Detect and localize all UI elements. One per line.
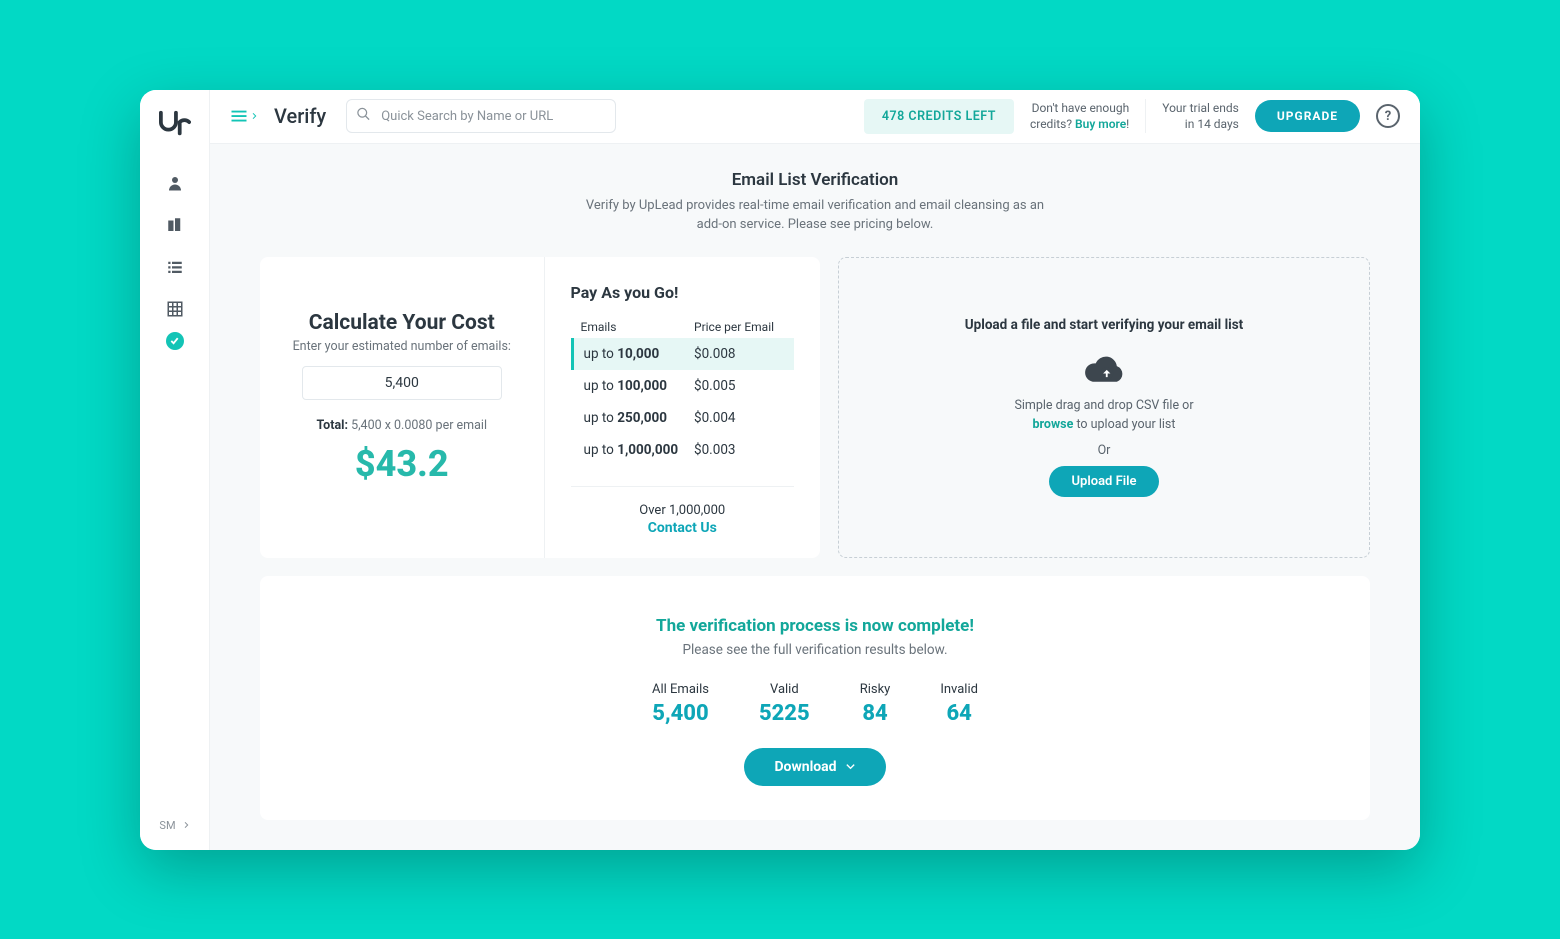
pricing-over-label: Over 1,000,000 — [571, 503, 795, 518]
results-subtitle: Please see the full verification results… — [290, 642, 1340, 658]
calculator-price: $43.2 — [290, 443, 514, 485]
upload-instructions: Simple drag and drop CSV file or browse … — [1014, 397, 1193, 435]
buy-more-link[interactable]: Buy more — [1075, 117, 1126, 131]
search-icon — [356, 107, 371, 126]
nav-data-icon[interactable] — [156, 290, 194, 328]
nav-verify-icon[interactable] — [166, 332, 184, 350]
credits-badge: 478 CREDITS LEFT — [864, 99, 1014, 134]
logo — [159, 108, 191, 140]
cloud-upload-icon — [1082, 351, 1126, 389]
user-initials: SM — [159, 819, 175, 832]
pricing-tier-row[interactable]: up to 1,000,000$0.003 — [571, 434, 795, 466]
divider — [1145, 99, 1146, 133]
upload-title: Upload a file and start verifying your e… — [965, 317, 1244, 333]
pricing-title: Pay As you Go! — [571, 283, 795, 302]
stat-item: Risky84 — [860, 682, 891, 726]
chevron-right-icon — [250, 109, 258, 123]
search-input[interactable] — [346, 99, 616, 133]
chevron-down-icon — [845, 761, 856, 772]
chevron-right-icon — [182, 819, 190, 831]
stat-item: Valid5225 — [759, 682, 810, 726]
search-wrapper — [346, 99, 616, 133]
content-scroll: Email List Verification Verify by UpLead… — [210, 144, 1420, 850]
upload-card[interactable]: Upload a file and start verifying your e… — [838, 257, 1370, 558]
trial-message: Your trial ends in 14 days — [1162, 100, 1239, 132]
hamburger-icon — [230, 109, 248, 123]
upload-file-button[interactable]: Upload File — [1049, 466, 1158, 497]
left-sidebar: SM — [140, 90, 210, 850]
calculator-title: Calculate Your Cost — [290, 311, 514, 335]
pricing-tier-row[interactable]: up to 100,000$0.005 — [571, 370, 795, 402]
browse-link[interactable]: browse — [1033, 417, 1074, 432]
upgrade-button[interactable]: UPGRADE — [1255, 100, 1360, 132]
results-card: The verification process is now complete… — [260, 576, 1370, 820]
hero-subtitle: Verify by UpLead provides real-time emai… — [585, 196, 1045, 235]
stat-item: All Emails5,400 — [652, 682, 709, 726]
results-title: The verification process is now complete… — [290, 616, 1340, 636]
hero: Email List Verification Verify by UpLead… — [260, 170, 1370, 235]
calculator-subtitle: Enter your estimated number of emails: — [290, 339, 514, 354]
credits-message: Don't have enough credits? Buy more! — [1030, 100, 1129, 132]
stat-item: Invalid64 — [940, 682, 978, 726]
upload-or: Or — [1098, 443, 1111, 458]
download-button[interactable]: Download — [744, 748, 885, 786]
results-stats: All Emails5,400 Valid5225 Risky84 Invalid64 — [290, 682, 1340, 726]
pricing-footer: Over 1,000,000 Contact Us — [571, 486, 795, 536]
calculator-panel: Calculate Your Cost Enter your estimated… — [260, 257, 545, 558]
help-icon[interactable]: ? — [1376, 104, 1400, 128]
pricing-table-panel: Pay As you Go! Emails Price per Email up… — [545, 257, 821, 558]
menu-toggle[interactable] — [230, 109, 258, 123]
app-window: SM Verify 478 CREDITS LEFT Don't have en… — [140, 90, 1420, 850]
pricing-table: Emails Price per Email up to 10,000$0.00… — [571, 316, 795, 466]
nav-contacts-icon[interactable] — [156, 164, 194, 202]
pricing-tier-row[interactable]: up to 250,000$0.004 — [571, 402, 795, 434]
page-title: Verify — [274, 104, 326, 128]
pricing-card: Calculate Your Cost Enter your estimated… — [260, 257, 820, 558]
hero-title: Email List Verification — [260, 170, 1370, 190]
nav-companies-icon[interactable] — [156, 206, 194, 244]
pricing-tier-row[interactable]: up to 10,000$0.008 — [571, 338, 795, 370]
email-count-input[interactable] — [302, 366, 502, 400]
topbar: Verify 478 CREDITS LEFT Don't have enoug… — [210, 90, 1420, 144]
main-area: Verify 478 CREDITS LEFT Don't have enoug… — [210, 90, 1420, 850]
pricing-row: Calculate Your Cost Enter your estimated… — [260, 257, 1370, 558]
pricing-header-row: Emails Price per Email — [571, 316, 795, 338]
user-menu[interactable]: SM — [159, 819, 189, 832]
contact-us-link[interactable]: Contact Us — [571, 520, 795, 536]
nav-lists-icon[interactable] — [156, 248, 194, 286]
download-label: Download — [774, 759, 836, 775]
calculator-total-line: Total: 5,400 x 0.0080 per email — [290, 418, 514, 433]
